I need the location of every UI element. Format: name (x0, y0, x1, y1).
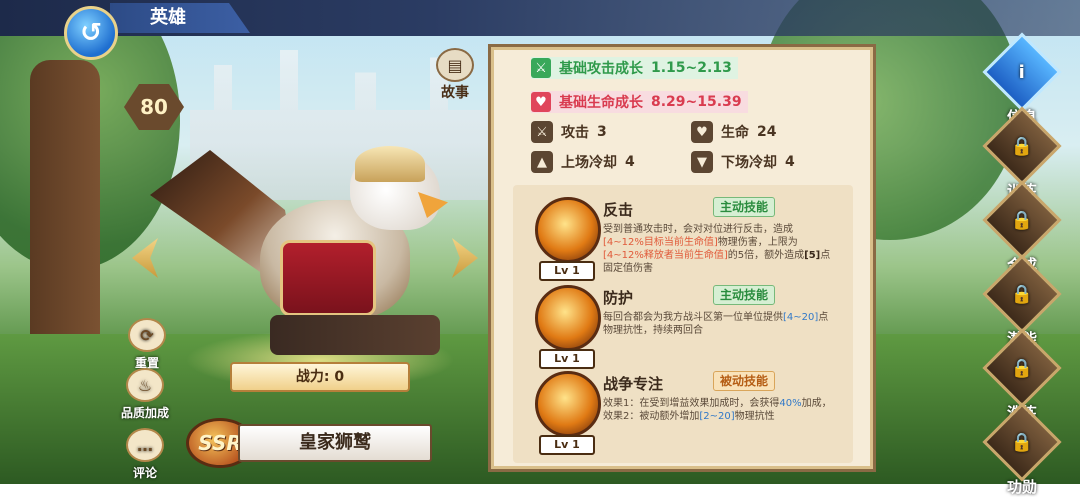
stat-hp-value: 24 (757, 124, 777, 140)
stat-attack: ⚔ 攻击 3 (531, 121, 607, 143)
book-icon: ▤ (436, 48, 474, 82)
right-nav: i 信息 🔒 训练 🔒 合成 🔒 潜能 🔒 洗练 🔒 功勋 (962, 0, 1080, 496)
heart-icon: ♥ (691, 121, 713, 143)
growth-attack: ⚔ 基础攻击成长 1.15~2.13 (531, 57, 738, 79)
skill-description: 受到普通攻击时，会对对位进行反击，造成[4~12%目标当前生命值]物理伤害，上限… (603, 224, 831, 274)
skill-item[interactable]: Lv 1 防护 主动技能 每回合都会为我方战斗区第一位单位提供[4~20]点物理… (513, 283, 853, 369)
arrow-up-icon: ▲ (531, 151, 553, 173)
skill-level: Lv 1 (539, 435, 595, 455)
quality-label: 品质加成 (120, 406, 169, 420)
skill-item[interactable]: Lv 1 反击 主动技能 受到普通攻击时，会对对位进行反击，造成[4~12%目标… (513, 195, 853, 281)
hero-info-panel: ⚔ 基础攻击成长 1.15~2.13 ♥ 基础生命成长 8.29~15.39 ⚔… (488, 44, 876, 472)
lock-icon: 🔒 (982, 106, 1062, 186)
lock-icon: 🔒 (982, 402, 1062, 482)
skill-eye-icon (535, 371, 601, 437)
skill-list: Lv 1 反击 主动技能 受到普通攻击时，会对对位进行反击，造成[4~12%目标… (513, 185, 853, 463)
speech-bubble-icon: … (126, 428, 164, 462)
skill-tag: 主动技能 (713, 285, 776, 305)
skill-tag: 被动技能 (713, 371, 776, 391)
growth-attack-value: 1.15~2.13 (651, 60, 732, 76)
comment-button[interactable]: … 评论 (115, 428, 175, 481)
hero-armor (280, 240, 376, 316)
flame-icon: ♨ (126, 368, 164, 402)
stat-cooldown-on-label: 上场冷却 (561, 155, 617, 171)
refresh-icon: ⟳ (128, 318, 166, 352)
skill-tag: 主动技能 (713, 197, 776, 217)
hero-portrait (150, 110, 450, 360)
stat-cooldown-off-value: 4 (785, 154, 795, 170)
skill-guard-icon (535, 285, 601, 351)
stat-attack-label: 攻击 (561, 125, 589, 141)
combat-power: 战力: 0 (230, 362, 410, 392)
back-arrow-icon: ↺ (80, 18, 102, 48)
hero-helmet (355, 146, 425, 182)
quality-bonus-button[interactable]: ♨ 品质加成 (115, 368, 175, 421)
skill-level: Lv 1 (539, 261, 595, 281)
growth-attack-icon: ⚔ (531, 58, 551, 78)
back-button[interactable]: ↺ (64, 6, 118, 60)
reset-button[interactable]: ⟳ 重置 (117, 318, 177, 371)
stat-cooldown-on: ▲ 上场冷却 4 (531, 151, 635, 173)
skill-item[interactable]: Lv 1 战争专注 被动技能 效果1：在受到增益效果加成时，会获得40%加成，效… (513, 369, 853, 455)
stat-cooldown-off-label: 下场冷却 (721, 155, 777, 171)
stat-hp: ♥ 生命 24 (691, 121, 776, 143)
growth-hp: ♥ 基础生命成长 8.29~15.39 (531, 91, 748, 113)
nav-merit[interactable]: 🔒 功勋 (982, 402, 1062, 497)
skill-counter-icon (535, 197, 601, 263)
skill-level: Lv 1 (539, 349, 595, 369)
skill-name: 战争专注 (603, 375, 664, 393)
stat-cooldown-on-value: 4 (625, 154, 635, 170)
heart-icon: ♥ (531, 92, 551, 112)
growth-hp-value: 8.29~15.39 (651, 94, 742, 110)
story-button[interactable]: ▤ 故事 (434, 48, 476, 101)
lock-icon: 🔒 (982, 254, 1062, 334)
sword-icon: ⚔ (531, 121, 553, 143)
arrow-down-icon: ▼ (691, 151, 713, 173)
hero-name: 皇家狮鹫 (238, 424, 432, 462)
stat-hp-label: 生命 (721, 125, 749, 141)
lock-icon: 🔒 (982, 180, 1062, 260)
skill-description: 效果1：在受到增益效果加成时，会获得40%加成，效果2：被动额外增加[2~20]… (603, 398, 832, 422)
lock-icon: 🔒 (982, 328, 1062, 408)
info-icon: i (982, 32, 1062, 112)
stat-attack-value: 3 (597, 124, 607, 140)
page-title: 英雄 (110, 3, 250, 33)
skill-description: 每回合都会为我方战斗区第一位单位提供[4~20]点物理抗性，持续两回合 (603, 312, 829, 336)
skill-name: 防护 (603, 289, 634, 307)
growth-attack-label: 基础攻击成长 (559, 61, 643, 77)
stat-cooldown-off: ▼ 下场冷却 4 (691, 151, 795, 173)
growth-hp-label: 基础生命成长 (559, 95, 643, 111)
comment-label: 评论 (132, 466, 157, 480)
hero-legs (270, 315, 440, 355)
skill-name: 反击 (603, 201, 634, 219)
story-label: 故事 (441, 85, 469, 101)
